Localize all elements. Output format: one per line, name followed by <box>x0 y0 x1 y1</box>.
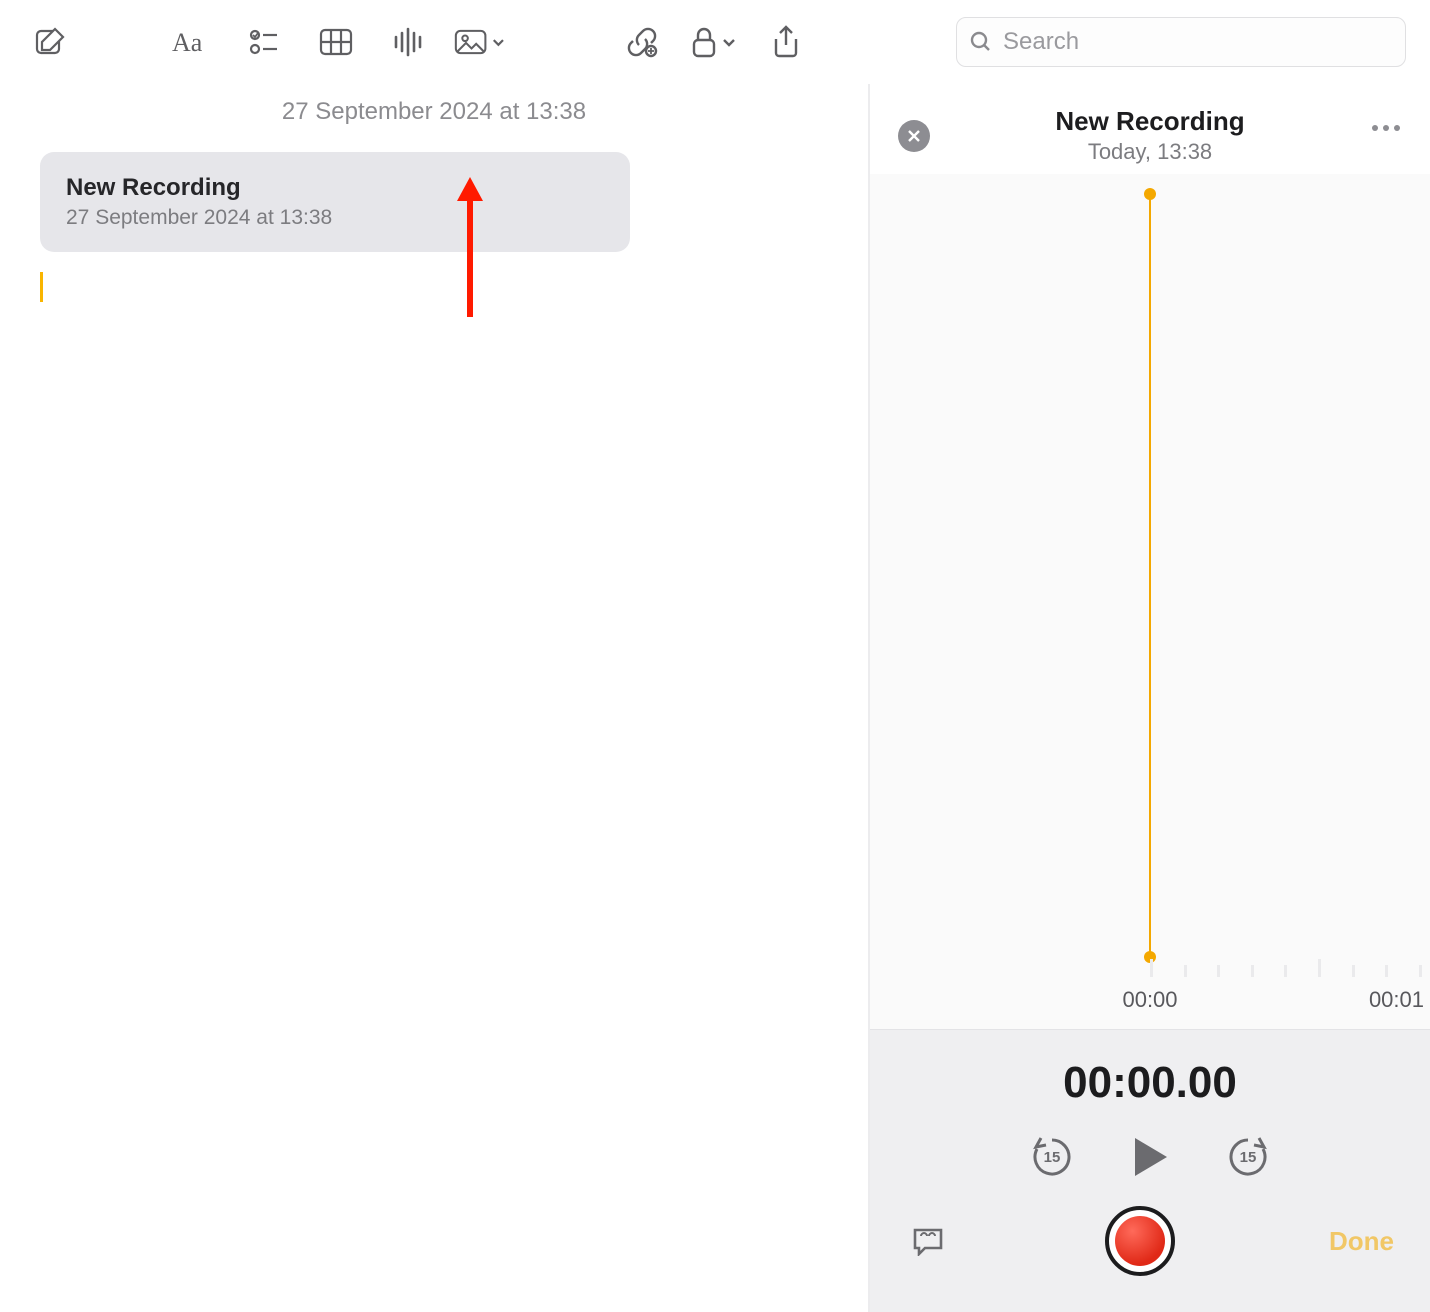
more-options-button[interactable] <box>1370 120 1402 138</box>
media-button[interactable] <box>454 16 506 68</box>
table-button[interactable] <box>310 16 362 68</box>
search-field[interactable] <box>956 17 1406 67</box>
search-icon <box>969 30 993 54</box>
waveform-area[interactable]: 00:00 00:01 <box>870 174 1430 1029</box>
play-icon <box>1131 1136 1169 1178</box>
checklist-icon <box>249 27 279 57</box>
waveform-time-start: 00:00 <box>1122 987 1177 1013</box>
text-format-icon: Aa <box>172 27 212 57</box>
chevron-down-icon <box>491 34 506 50</box>
record-icon <box>1115 1216 1165 1266</box>
recording-title: New Recording <box>1055 106 1244 137</box>
chevron-down-icon <box>721 34 737 50</box>
recording-card-title: New Recording <box>66 174 604 202</box>
note-editor[interactable]: 27 September 2024 at 13:38 New Recording… <box>0 84 870 1312</box>
audio-record-button[interactable] <box>382 16 434 68</box>
note-date-header: 27 September 2024 at 13:38 <box>40 98 828 126</box>
recording-subtitle: Today, 13:38 <box>1055 139 1244 165</box>
skip-back-label: 15 <box>1029 1134 1075 1180</box>
transcript-button[interactable] <box>906 1219 950 1263</box>
waveform-time-labels: 00:00 00:01 <box>870 987 1430 1017</box>
close-icon <box>907 129 921 143</box>
text-caret <box>40 272 43 302</box>
skip-forward-label: 15 <box>1225 1134 1271 1180</box>
link-icon <box>625 25 659 59</box>
recorder-timecode: 00:00.00 <box>1063 1058 1237 1108</box>
waveform-time-end: 00:01 <box>1369 987 1424 1013</box>
waveform-ruler <box>870 957 1430 977</box>
share-icon <box>772 25 800 59</box>
skip-back-15-button[interactable]: 15 <box>1029 1134 1075 1180</box>
recording-panel: New Recording Today, 13:38 <box>870 84 1430 1312</box>
search-input[interactable] <box>1001 27 1393 57</box>
play-button[interactable] <box>1131 1136 1169 1178</box>
link-button[interactable] <box>616 16 668 68</box>
recording-attachment-card[interactable]: New Recording 27 September 2024 at 13:38 <box>40 152 630 252</box>
text-format-button[interactable]: Aa <box>166 16 218 68</box>
done-button[interactable]: Done <box>1329 1226 1394 1257</box>
transcript-icon <box>911 1226 945 1256</box>
skip-forward-15-button[interactable]: 15 <box>1225 1134 1271 1180</box>
more-icon <box>1370 123 1402 133</box>
compose-icon <box>33 25 67 59</box>
recording-header: New Recording Today, 13:38 <box>870 84 1430 174</box>
table-icon <box>319 28 353 56</box>
audio-wave-icon <box>392 27 424 57</box>
recording-card-timestamp: 27 September 2024 at 13:38 <box>66 206 604 230</box>
photo-icon <box>454 28 487 56</box>
close-button[interactable] <box>898 120 930 152</box>
waveform-playhead[interactable] <box>1149 194 1151 957</box>
compose-button[interactable] <box>24 16 76 68</box>
share-button[interactable] <box>760 16 812 68</box>
toolbar: Aa <box>0 0 1430 84</box>
lock-icon <box>691 26 717 58</box>
lock-button[interactable] <box>688 16 740 68</box>
svg-text:Aa: Aa <box>172 28 203 57</box>
checklist-button[interactable] <box>238 16 290 68</box>
record-button[interactable] <box>1105 1206 1175 1276</box>
recorder-controls: 00:00.00 15 <box>870 1029 1430 1312</box>
